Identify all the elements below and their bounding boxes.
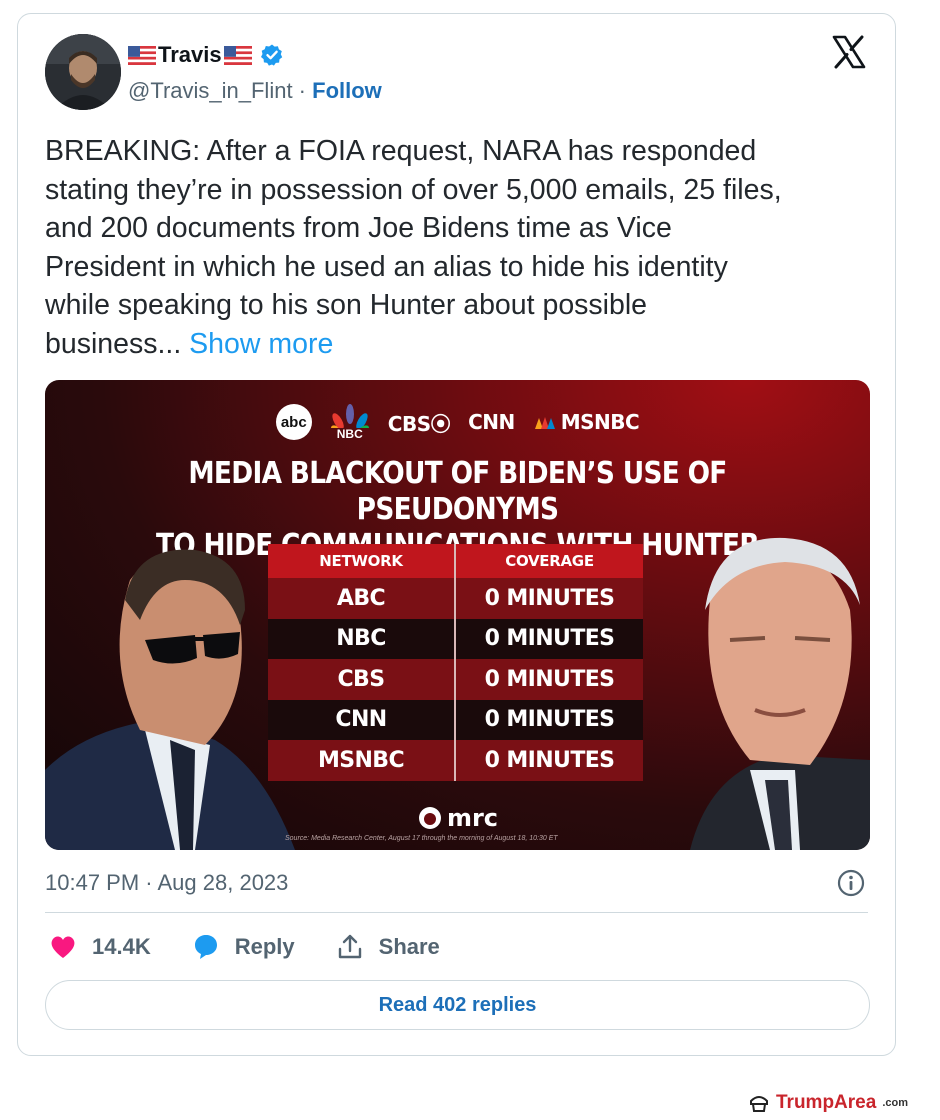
headline-line-1: MEDIA BLACKOUT OF BIDEN’S USE OF PSEUDON…	[188, 456, 727, 527]
reply-button[interactable]: Reply	[191, 932, 295, 962]
reply-label: Reply	[234, 934, 295, 959]
heart-icon	[51, 936, 75, 958]
table-row: CBS 0 MINUTES	[268, 659, 643, 700]
tweet-text: BREAKING: After a FOIA request, NARA has…	[45, 132, 865, 363]
biden-photo	[690, 537, 870, 850]
msnbc-logo: MSNBC	[533, 410, 640, 434]
nbc-logo-text: NBC	[336, 427, 363, 441]
share-button[interactable]: Share	[335, 932, 440, 962]
network-cell: MSNBC	[268, 740, 456, 781]
peacock-small-icon	[534, 417, 555, 429]
verified-badge-icon	[260, 44, 282, 66]
info-icon[interactable]	[837, 869, 865, 897]
column-header-coverage: COVERAGE	[455, 544, 643, 578]
nbc-logo: NBC	[330, 404, 370, 440]
coverage-cell: 0 MINUTES	[455, 699, 643, 740]
divider	[45, 912, 868, 913]
table-row: MSNBC 0 MINUTES	[268, 740, 643, 781]
handle-row: @Travis_in_Flint · Follow	[128, 78, 382, 104]
coverage-cell: 0 MINUTES	[455, 740, 643, 781]
network-cell: ABC	[268, 578, 456, 619]
share-label: Share	[378, 934, 440, 959]
watermark-brand: TrumpArea	[776, 1092, 877, 1113]
like-button[interactable]: 14.4K	[48, 932, 151, 962]
coverage-cell: 0 MINUTES	[455, 659, 643, 700]
us-flag-icon	[223, 45, 252, 65]
cnn-logo: CNN	[468, 410, 515, 434]
coverage-table: NETWORK COVERAGE ABC 0 MINUTES NBC 0 MIN…	[268, 544, 643, 781]
show-more-link[interactable]: Show more	[189, 328, 333, 360]
like-count: 14.4K	[92, 934, 151, 959]
action-bar: 14.4K Reply Share	[48, 932, 480, 962]
table-row: ABC 0 MINUTES	[268, 578, 643, 619]
display-name-row[interactable]: Travis	[128, 42, 284, 68]
table-header-row: NETWORK COVERAGE	[268, 544, 643, 578]
separator: ·	[292, 78, 313, 103]
watermark-suffix: .com	[882, 1097, 908, 1109]
column-header-network: NETWORK	[268, 544, 456, 578]
mrc-logo-text: mrc	[446, 804, 499, 832]
table-row: NBC 0 MINUTES	[268, 618, 643, 659]
peacock-icon	[330, 404, 369, 428]
mrc-logo: mrc	[45, 804, 870, 832]
abc-logo: abc	[275, 404, 312, 440]
network-logos: abc NBC CBS⦿ CNN MSNBC	[45, 404, 870, 440]
us-flag-icon	[128, 45, 156, 65]
helmet-icon	[750, 1096, 768, 1112]
share-icon	[338, 934, 361, 959]
table-row: CNN 0 MINUTES	[268, 699, 643, 740]
tweet-body: BREAKING: After a FOIA request, NARA has…	[45, 135, 782, 360]
follow-button[interactable]: Follow	[312, 78, 382, 103]
coverage-cell: 0 MINUTES	[455, 618, 643, 659]
lion-icon	[418, 807, 441, 829]
tweet-timestamp[interactable]: 10:47 PM · Aug 28, 2023	[45, 870, 288, 896]
msnbc-logo-text: MSNBC	[560, 410, 640, 434]
source-note: Source: Media Research Center, August 17…	[285, 835, 558, 842]
read-replies-button[interactable]: Read 402 replies	[45, 980, 870, 1030]
display-name[interactable]: Travis	[158, 42, 222, 68]
network-cell: NBC	[268, 618, 456, 659]
watermark: TrumpArea .com	[748, 1092, 908, 1114]
network-cell: CNN	[268, 699, 456, 740]
coverage-cell: 0 MINUTES	[455, 578, 643, 619]
x-logo-icon[interactable]	[831, 34, 867, 70]
cbs-logo: CBS⦿	[387, 411, 451, 436]
reply-bubble-icon	[194, 935, 217, 959]
avatar[interactable]	[45, 34, 121, 110]
tweet-media-image[interactable]: abc NBC CBS⦿ CNN MSNBC MEDIA BLACKOUT OF…	[45, 380, 870, 850]
tweet-card: Travis @Travis_in_Flint · Follow BREAKIN…	[17, 13, 896, 1056]
network-cell: CBS	[268, 659, 456, 700]
handle[interactable]: @Travis_in_Flint	[128, 78, 293, 103]
